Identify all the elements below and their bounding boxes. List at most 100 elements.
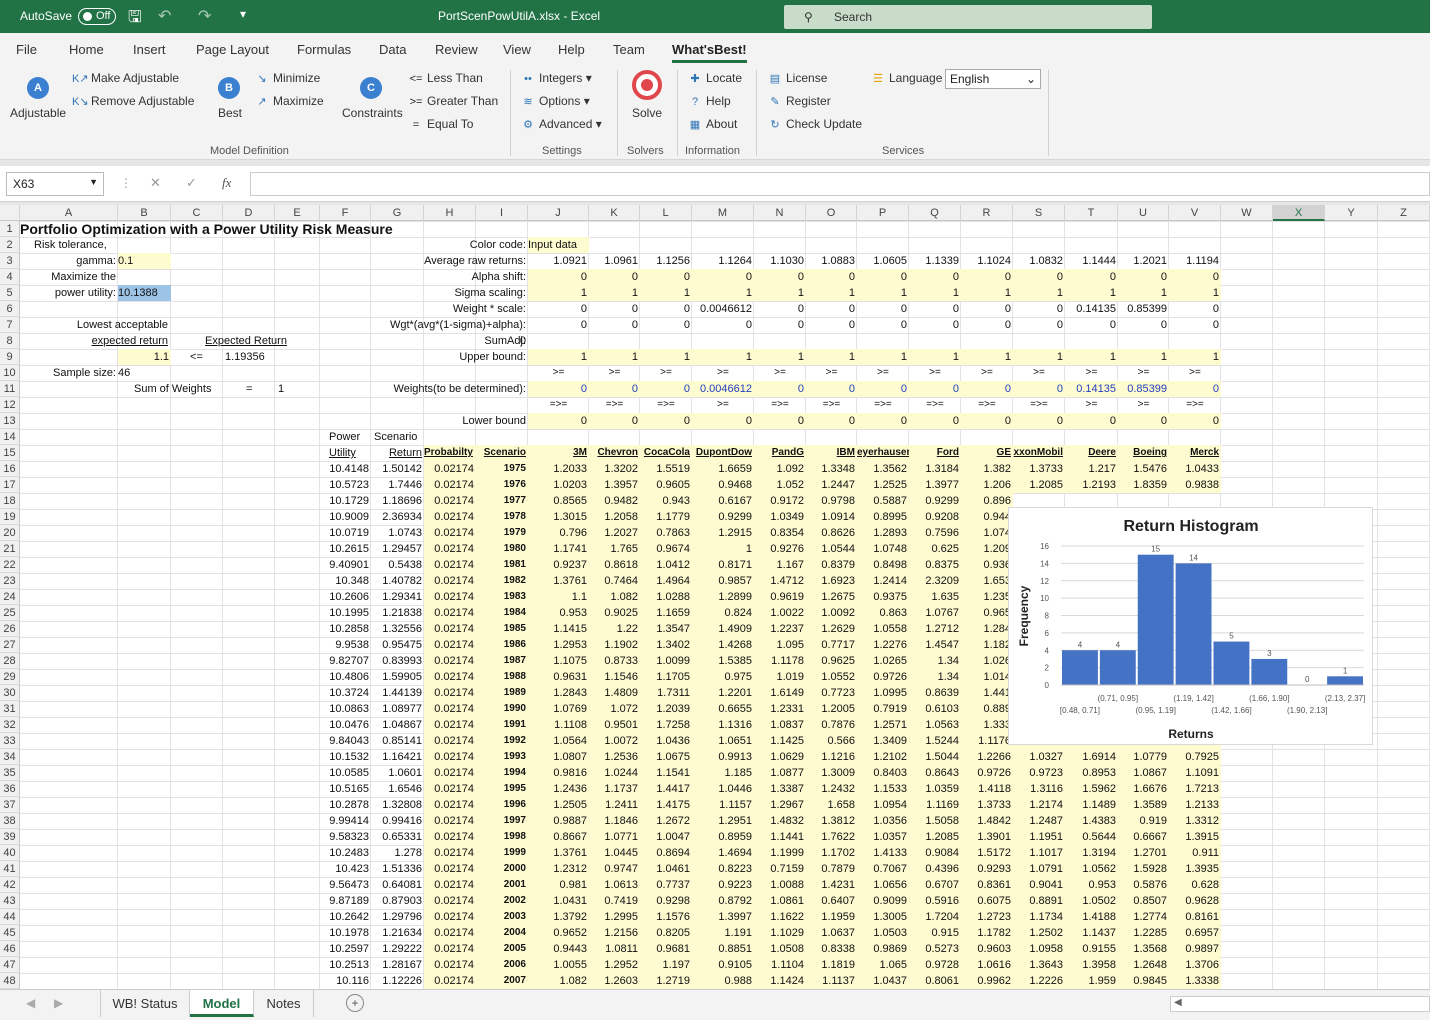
cell-q45[interactable]: 0.915 <box>909 925 961 941</box>
cell-j32[interactable]: 1.1108 <box>528 717 589 733</box>
cell-a4[interactable]: Maximize the <box>20 269 118 285</box>
cell-o47[interactable]: 1.1819 <box>806 957 857 973</box>
row-header-14[interactable]: 14 <box>0 429 20 445</box>
tab-formulas[interactable]: Formulas <box>297 42 351 57</box>
cell-f46[interactable]: 10.2597 <box>320 941 371 957</box>
column-header-d[interactable]: D <box>223 205 275 221</box>
cell-s7[interactable]: 0 <box>1013 317 1065 333</box>
cell-p45[interactable]: 1.0503 <box>857 925 909 941</box>
cell-m4[interactable]: 0 <box>692 269 754 285</box>
cell-k39[interactable]: 1.0771 <box>589 829 640 845</box>
row-header-2[interactable]: 2 <box>0 237 20 253</box>
cell-g27[interactable]: 0.95475 <box>371 637 424 653</box>
cell-u35[interactable]: 1.0867 <box>1118 765 1169 781</box>
cell-n23[interactable]: 1.4712 <box>754 573 806 589</box>
help-button[interactable]: ? Help <box>687 94 731 109</box>
cell-h18[interactable]: 0.02174 <box>424 493 476 509</box>
cell-g39[interactable]: 0.65331 <box>371 829 424 845</box>
cell-n28[interactable]: 1.1178 <box>754 653 806 669</box>
cell-g19[interactable]: 2.36934 <box>371 509 424 525</box>
cell-j43[interactable]: 1.0431 <box>528 893 589 909</box>
cell-i31[interactable]: 1990 <box>476 701 528 717</box>
cell-u43[interactable]: 0.8507 <box>1118 893 1169 909</box>
cell-q11[interactable]: 0 <box>909 381 961 397</box>
cell-p20[interactable]: 1.2893 <box>857 525 909 541</box>
column-header-i[interactable]: I <box>476 205 528 221</box>
name-box[interactable]: X63 ▼ <box>6 172 104 196</box>
cell-h32[interactable]: 0.02174 <box>424 717 476 733</box>
cell-p36[interactable]: 1.1533 <box>857 781 909 797</box>
cell-h29[interactable]: 0.02174 <box>424 669 476 685</box>
cell-g15[interactable]: Return <box>371 445 424 461</box>
cell-q24[interactable]: 1.635 <box>909 589 961 605</box>
cell-s11[interactable]: 0 <box>1013 381 1065 397</box>
cell-g17[interactable]: 1.7446 <box>371 477 424 493</box>
cell-j13[interactable]: 0 <box>528 413 589 429</box>
cell-n4[interactable]: 0 <box>754 269 806 285</box>
cell-j23[interactable]: 1.3761 <box>528 573 589 589</box>
cell-u45[interactable]: 1.2285 <box>1118 925 1169 941</box>
cell-h22[interactable]: 0.02174 <box>424 557 476 573</box>
cell-n22[interactable]: 1.167 <box>754 557 806 573</box>
cell-h9[interactable]: Upper bound: <box>372 349 528 365</box>
cell-o28[interactable]: 0.9625 <box>806 653 857 669</box>
cell-l34[interactable]: 1.0675 <box>640 749 692 765</box>
row-header-10[interactable]: 10 <box>0 365 20 381</box>
cell-q47[interactable]: 0.9728 <box>909 957 961 973</box>
cell-h45[interactable]: 0.02174 <box>424 925 476 941</box>
row-header-31[interactable]: 31 <box>0 701 20 717</box>
cell-o37[interactable]: 1.658 <box>806 797 857 813</box>
cell-t11[interactable]: 0.14135 <box>1065 381 1118 397</box>
cell-r16[interactable]: 1.382 <box>961 461 1013 477</box>
cell-p38[interactable]: 1.0356 <box>857 813 909 829</box>
cell-q31[interactable]: 0.6103 <box>909 701 961 717</box>
cell-h7[interactable]: Wgt*(avg*(1-sigma)+alpha): <box>372 317 528 333</box>
cell-k37[interactable]: 1.2411 <box>589 797 640 813</box>
cell-n19[interactable]: 1.0349 <box>754 509 806 525</box>
cell-a2[interactable]: Risk tolerance, <box>34 237 154 253</box>
cell-f39[interactable]: 9.58323 <box>320 829 371 845</box>
cell-k45[interactable]: 1.2156 <box>589 925 640 941</box>
cell-l43[interactable]: 0.9298 <box>640 893 692 909</box>
cell-i41[interactable]: 2000 <box>476 861 528 877</box>
cell-i25[interactable]: 1984 <box>476 605 528 621</box>
cell-n24[interactable]: 0.9619 <box>754 589 806 605</box>
cell-r9[interactable]: 1 <box>961 349 1013 365</box>
cell-q3[interactable]: 1.1339 <box>909 253 961 269</box>
cell-t12[interactable]: >= <box>1065 397 1118 413</box>
cell-u9[interactable]: 1 <box>1118 349 1169 365</box>
cell-j5[interactable]: 1 <box>528 285 589 301</box>
row-header-32[interactable]: 32 <box>0 717 20 733</box>
cell-h33[interactable]: 0.02174 <box>424 733 476 749</box>
cell-k43[interactable]: 0.7419 <box>589 893 640 909</box>
cell-g18[interactable]: 1.18696 <box>371 493 424 509</box>
cell-v16[interactable]: 1.0433 <box>1169 461 1221 477</box>
cell-k12[interactable]: =>= <box>589 397 640 413</box>
row-header-5[interactable]: 5 <box>0 285 20 301</box>
cell-v42[interactable]: 0.628 <box>1169 877 1221 893</box>
cell-q15[interactable]: Ford <box>909 445 961 461</box>
tab-view[interactable]: View <box>503 42 531 57</box>
row-header-16[interactable]: 16 <box>0 461 20 477</box>
cell-m17[interactable]: 0.9468 <box>692 477 754 493</box>
cell-s44[interactable]: 1.1734 <box>1013 909 1065 925</box>
sheet-tab-wb-status[interactable]: WB! Status <box>100 990 190 1017</box>
cell-m32[interactable]: 1.1316 <box>692 717 754 733</box>
customize-qat-icon[interactable]: ▾ <box>240 7 246 21</box>
cell-q10[interactable]: >= <box>909 365 961 381</box>
cell-j27[interactable]: 1.2953 <box>528 637 589 653</box>
cell-r47[interactable]: 1.0616 <box>961 957 1013 973</box>
cell-r32[interactable]: 1.333 <box>961 717 1013 733</box>
cell-h28[interactable]: 0.02174 <box>424 653 476 669</box>
row-header-47[interactable]: 47 <box>0 957 20 973</box>
cell-o22[interactable]: 0.8379 <box>806 557 857 573</box>
histogram-bar[interactable] <box>1099 650 1136 685</box>
cell-m26[interactable]: 1.4909 <box>692 621 754 637</box>
cell-j22[interactable]: 0.9237 <box>528 557 589 573</box>
cell-l21[interactable]: 0.9674 <box>640 541 692 557</box>
cell-r27[interactable]: 1.182 <box>961 637 1013 653</box>
cell-p31[interactable]: 0.7919 <box>857 701 909 717</box>
cell-s13[interactable]: 0 <box>1013 413 1065 429</box>
cell-f37[interactable]: 10.2878 <box>320 797 371 813</box>
cell-j20[interactable]: 0.796 <box>528 525 589 541</box>
